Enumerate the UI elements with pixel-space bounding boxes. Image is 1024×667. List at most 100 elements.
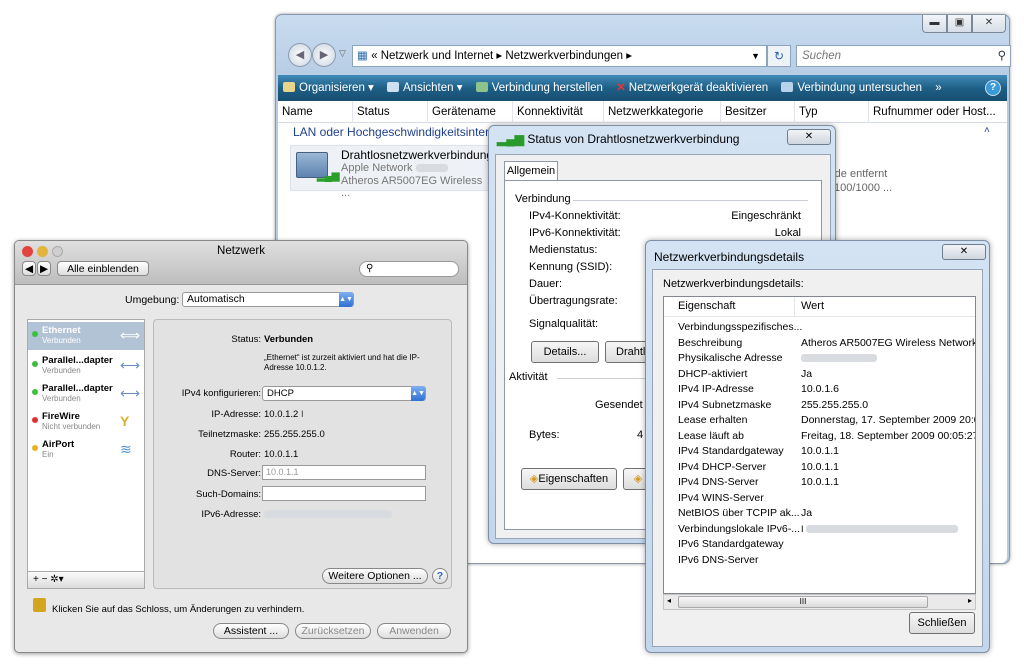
scroll-left-icon[interactable]: ◂ — [667, 596, 671, 605]
close-button[interactable]: ✕ — [942, 244, 986, 260]
table-row[interactable]: Verbindungsspezifisches... — [664, 321, 975, 337]
chevron-right-icon[interactable]: ▸ — [496, 50, 502, 62]
properties-button[interactable]: ◈Eigenschaften — [521, 468, 617, 490]
search-domains-field[interactable] — [262, 486, 426, 501]
search-domains-label: Such-Domains: — [196, 489, 261, 500]
table-row[interactable]: IPv4 IP-Adresse 10.0.1.6 — [664, 383, 975, 399]
zoom-icon[interactable] — [52, 246, 63, 257]
lock-icon[interactable] — [33, 598, 46, 612]
close-button[interactable]: ✕ — [972, 15, 1006, 33]
horizontal-scrollbar[interactable]: ◂ III ▸ — [663, 594, 976, 610]
partial-text: /100/1000 ... — [831, 182, 893, 194]
scroll-right-icon[interactable]: ▸ — [968, 596, 972, 605]
status-dot — [32, 361, 38, 367]
stepper-icon: ▲▼ — [411, 386, 425, 401]
table-row[interactable]: IPv4 DNS-Server 10.0.1.1 — [664, 476, 975, 492]
col-type[interactable]: Typ — [795, 101, 869, 123]
forward-arrow-icon[interactable]: ▶ — [37, 261, 51, 276]
table-row[interactable]: IPv4 DHCP-Server 10.0.1.1 — [664, 461, 975, 477]
history-dropdown-icon[interactable]: ▽ — [339, 48, 346, 59]
service-item-ethernet[interactable]: Ethernet Verbunden ⟺ — [28, 322, 144, 350]
minimize-button[interactable]: ▬ — [922, 15, 947, 33]
address-box[interactable]: ▦ « Netzwerk und Internet ▸ Netzwerkverb… — [352, 45, 767, 67]
sidebar-actions[interactable]: + − ✲▾ — [27, 571, 145, 589]
group-header[interactable]: LAN oder Hochgeschwindigkeitsinterne — [293, 125, 502, 139]
status-dot — [32, 331, 38, 337]
reset-button[interactable]: Zurücksetzen — [295, 623, 371, 639]
table-row[interactable]: Verbindungslokale IPv6-... I — [664, 523, 975, 539]
search-input[interactable]: Suchen ⚲ — [796, 45, 1011, 67]
service-item-airport[interactable]: AirPort Ein ≋ — [28, 436, 144, 464]
details-button[interactable]: Details... — [531, 341, 599, 363]
collapse-icon[interactable]: ˄ — [984, 125, 990, 136]
col-device-name[interactable]: Gerätename — [428, 101, 513, 123]
service-item-firewire[interactable]: FireWire Nicht verbunden Y — [28, 408, 144, 436]
ip-address-value[interactable]: 10.0.1.2 I — [264, 409, 304, 420]
close-button[interactable]: ✕ — [787, 129, 831, 145]
status-dot — [32, 445, 38, 451]
table-row[interactable]: DHCP-aktiviert Ja — [664, 368, 975, 384]
help-button[interactable]: ? — [432, 568, 448, 584]
more-commands-button[interactable]: » — [930, 75, 946, 101]
close-icon[interactable] — [22, 246, 33, 257]
apply-button[interactable]: Anwenden — [377, 623, 451, 639]
col-connectivity[interactable]: Konnektivität — [513, 101, 604, 123]
views-button[interactable]: Ansichten ▾ — [382, 75, 467, 101]
back-button[interactable]: ◀ — [288, 43, 312, 67]
ipv4-connectivity-label: IPv4-Konnektivität: — [529, 210, 621, 222]
disable-device-button[interactable]: ✕ Netzwerkgerät deaktivieren — [611, 75, 773, 101]
tab-general[interactable]: Allgemein — [504, 161, 558, 181]
address-dropdown-icon[interactable]: ▼ — [751, 46, 760, 66]
col-owner[interactable]: Besitzer — [721, 101, 795, 123]
service-item-parallels[interactable]: Parallel...dapter Verbunden ⟷ — [28, 380, 144, 408]
col-property[interactable]: Eigenschaft — [678, 300, 735, 312]
table-row[interactable]: IPv4 Subnetzmaske 255.255.255.0 — [664, 399, 975, 415]
search-input[interactable]: ⚲ — [359, 261, 459, 277]
service-status: Verbunden — [42, 336, 81, 345]
table-row[interactable]: IPv6 Standardgateway — [664, 538, 975, 554]
chevron-right-icon[interactable]: ▸ — [626, 50, 632, 62]
breadcrumb-overflow[interactable]: « — [371, 50, 377, 62]
table-row[interactable]: Lease läuft ab Freitag, 18. September 200… — [664, 430, 975, 446]
connect-button[interactable]: Verbindung herstellen — [471, 75, 608, 101]
col-network-category[interactable]: Netzwerkkategorie — [604, 101, 721, 123]
back-arrow-icon[interactable]: ◀ — [22, 261, 36, 276]
service-status: Verbunden — [42, 366, 81, 375]
show-all-button[interactable]: Alle einblenden — [57, 261, 149, 276]
table-row[interactable]: IPv4 WINS-Server — [664, 492, 975, 508]
table-row[interactable]: Beschreibung Atheros AR5007EG Wireless Ne… — [664, 337, 975, 353]
col-name[interactable]: Name — [278, 101, 353, 123]
service-item-parallels[interactable]: Parallel...dapter Verbunden ⟷ — [28, 352, 144, 380]
refresh-icon[interactable]: ↻ — [767, 45, 791, 67]
breadcrumb-network-connections[interactable]: Netzwerkverbindungen — [505, 50, 623, 62]
close-dialog-button[interactable]: Schließen — [909, 612, 975, 634]
ipv4-config-select[interactable]: DHCP ▲▼ — [262, 386, 426, 401]
minimize-icon[interactable] — [37, 246, 48, 257]
service-name: Ethernet — [42, 325, 81, 336]
table-row[interactable]: Physikalische Adresse — [664, 352, 975, 368]
scroll-thumb[interactable]: III — [678, 596, 928, 608]
breadcrumb-network-internet[interactable]: Netzwerk und Internet — [381, 50, 494, 62]
assistant-button[interactable]: Assistent ... — [213, 623, 289, 639]
help-icon[interactable]: ? — [985, 80, 1001, 96]
table-row[interactable]: NetBIOS über TCPIP ak... Ja — [664, 507, 975, 523]
location-select[interactable]: Automatisch ▲▼ — [182, 292, 354, 307]
search-icon[interactable]: ⚲ — [998, 46, 1006, 66]
table-row[interactable]: IPv4 Standardgateway 10.0.1.1 — [664, 445, 975, 461]
organize-button[interactable]: Organisieren ▾ — [278, 75, 379, 101]
ipv6-value — [264, 509, 392, 520]
col-status[interactable]: Status — [353, 101, 428, 123]
diagnose-button[interactable]: Verbindung untersuchen — [776, 75, 927, 101]
ip-address-label: IP-Adresse: — [211, 409, 261, 420]
router-label: Router: — [229, 449, 261, 460]
forward-button[interactable]: ▶ — [312, 43, 336, 67]
more-options-button[interactable]: Weitere Optionen ... — [322, 568, 428, 584]
list-item[interactable]: ▂▄▆ Drahtlosnetzwerkverbindung Apple Net… — [290, 145, 495, 199]
col-phone-host[interactable]: Rufnummer oder Host... — [869, 101, 1007, 123]
dns-server-field[interactable]: 10.0.1.1 — [262, 465, 426, 480]
table-row[interactable]: Lease erhalten Donnerstag, 17. September … — [664, 414, 975, 430]
location-label: Umgebung: — [125, 294, 180, 306]
table-row[interactable]: IPv6 DNS-Server — [664, 554, 975, 570]
maximize-button[interactable]: ▣ — [947, 15, 972, 33]
col-value[interactable]: Wert — [801, 300, 824, 312]
